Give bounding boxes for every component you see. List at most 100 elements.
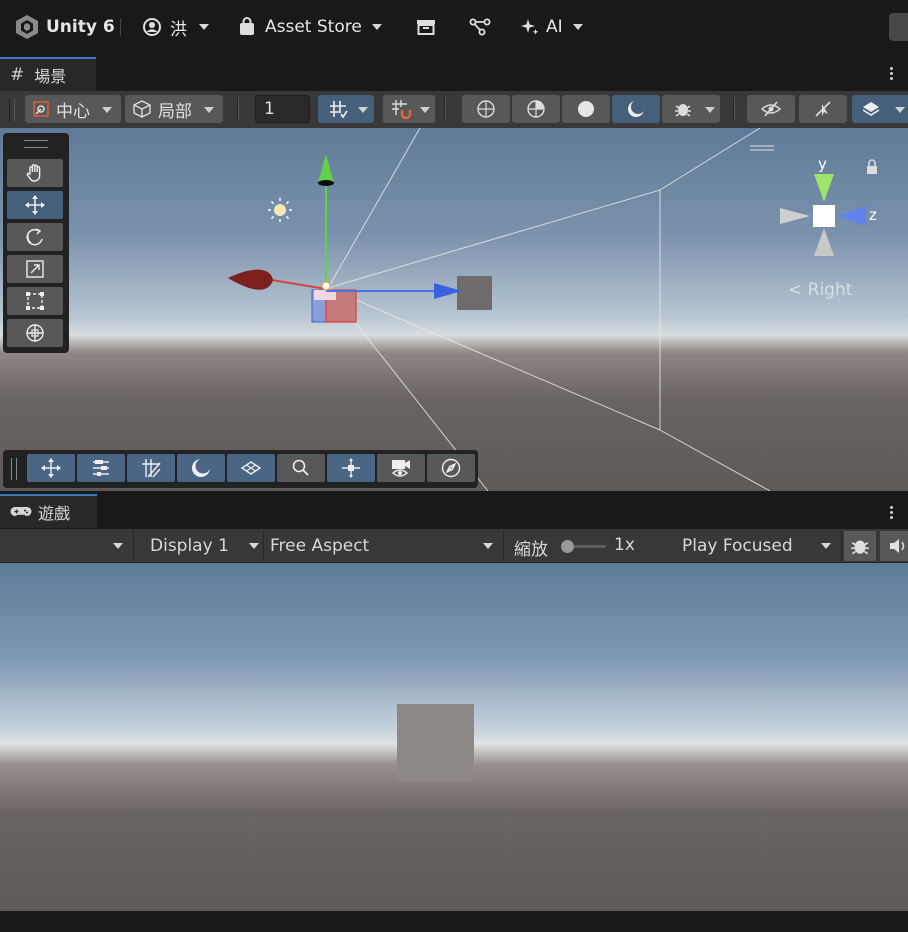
divider (120, 18, 121, 36)
aspect-ratio-dropdown[interactable]: Free Aspect (264, 531, 504, 561)
wireframe-shading-button[interactable] (462, 95, 510, 123)
drag-handle[interactable] (9, 99, 15, 121)
scale-tool-button[interactable] (7, 255, 63, 283)
wireframe-sphere-icon (476, 99, 496, 119)
overlays-toolbar (3, 450, 478, 488)
rotate-icon (24, 226, 46, 248)
scene-toolbar: 中心 局部 1 (0, 91, 908, 128)
overlay-grid-button[interactable] (127, 454, 175, 482)
ai-label: AI (546, 17, 563, 37)
pick-toggle-button[interactable] (799, 95, 847, 123)
mute-audio-button[interactable] (880, 531, 908, 561)
separator (444, 97, 446, 121)
grid-hatch-icon (140, 457, 162, 479)
chevron-down-icon (821, 543, 831, 549)
transform-icon (24, 322, 46, 344)
layers-dropdown[interactable] (852, 95, 908, 123)
solid-sphere-icon (576, 99, 596, 119)
directional-light-icon (268, 198, 292, 222)
space-mode-dropdown[interactable]: 局部 (125, 95, 223, 123)
view-tool-button[interactable] (7, 159, 63, 187)
scale-icon (24, 258, 46, 280)
game-cube (397, 704, 474, 781)
shaded-button[interactable] (562, 95, 610, 123)
account-label: 洪 (170, 19, 187, 40)
shopping-bag-icon (238, 17, 256, 37)
separator (237, 97, 239, 121)
asset-store-dropdown[interactable]: Asset Store (238, 14, 382, 40)
compass-icon (440, 457, 462, 479)
tab-scene[interactable]: # 場景 (0, 57, 96, 91)
grid-snapping-dropdown[interactable] (383, 95, 435, 123)
main-toolbar: Unity 6 洪 Asset Store AI (0, 0, 908, 55)
scene-tab-label: 場景 (34, 67, 67, 86)
rotate-tool-button[interactable] (7, 223, 63, 251)
view-orientation-label[interactable]: < Right (788, 280, 852, 300)
share-nodes-icon (469, 17, 491, 37)
game-tab-bar: 遊戲 (0, 491, 908, 529)
game-view-dropdown[interactable] (0, 531, 134, 561)
cursor-off-icon (813, 99, 833, 119)
snap-grid-icon (391, 99, 413, 119)
gizmo-z-label: z (869, 206, 877, 224)
version-control-button[interactable] (469, 14, 491, 40)
debug-draw-dropdown[interactable] (662, 95, 720, 123)
transform-tool-button[interactable] (7, 319, 63, 347)
frame-debugger-button[interactable] (844, 531, 876, 561)
space-label: 局部 (158, 101, 192, 122)
chevron-down-icon (358, 107, 368, 113)
ai-dropdown[interactable]: AI (520, 14, 583, 40)
bug-icon (673, 99, 693, 119)
scene-canvas (228, 128, 877, 491)
scene-viewport[interactable]: y z < Right (0, 128, 908, 491)
rect-tool-button[interactable] (7, 287, 63, 315)
play-button[interactable] (889, 13, 908, 41)
game-viewport[interactable] (0, 563, 908, 911)
hand-icon (24, 162, 46, 184)
drag-handle[interactable] (11, 458, 17, 480)
aspect-label: Free Aspect (270, 536, 370, 556)
overlay-move-button[interactable] (27, 454, 75, 482)
grid-visibility-dropdown[interactable] (318, 95, 374, 123)
unity-account-button[interactable]: Unity 6 (14, 14, 115, 40)
overlay-search-button[interactable] (277, 454, 325, 482)
chevron-down-icon (705, 107, 715, 113)
package-manager-button[interactable] (416, 14, 436, 40)
more-options-icon[interactable] (890, 504, 894, 521)
game-toolbar: Display 1 Free Aspect 縮放 1x Play Focused (0, 529, 908, 563)
drag-handle[interactable] (24, 140, 48, 148)
play-mode-dropdown[interactable]: Play Focused (676, 531, 842, 561)
chevron-down-icon (204, 107, 214, 113)
pivot-mode-dropdown[interactable]: 中心 (25, 95, 121, 123)
visibility-toggle-button[interactable] (747, 95, 795, 123)
lit-shading-button[interactable] (612, 95, 660, 123)
overlay-navigation-button[interactable] (427, 454, 475, 482)
account-dropdown[interactable]: 洪 (142, 14, 209, 40)
scale-slider-thumb[interactable] (561, 540, 574, 553)
grid-size-field[interactable]: 1 (255, 95, 310, 123)
overlay-camera-button[interactable] (377, 454, 425, 482)
overlay-navmesh-button[interactable] (227, 454, 275, 482)
cube-icon (132, 99, 152, 119)
orientation-gizmo (750, 145, 877, 256)
chevron-down-icon (199, 24, 209, 30)
chevron-down-icon (113, 543, 123, 549)
move-tool-button[interactable] (7, 191, 63, 219)
lit-sphere-icon (626, 99, 646, 119)
gizmo-y-label: y (818, 155, 827, 173)
overlay-lighting-button[interactable] (177, 454, 225, 482)
scene-tab-bar: # 場景 (0, 55, 908, 91)
shaded-wireframe-button[interactable] (512, 95, 560, 123)
user-icon (142, 17, 162, 37)
more-options-icon[interactable] (890, 65, 894, 82)
chevron-down-icon (249, 543, 259, 549)
overlay-settings-button[interactable] (77, 454, 125, 482)
rect-transform-icon (24, 290, 46, 312)
speaker-icon (888, 536, 908, 556)
gamepad-icon (10, 504, 32, 520)
overlay-pivot-button[interactable] (327, 454, 375, 482)
chevron-down-icon (371, 24, 382, 30)
display-dropdown[interactable]: Display 1 (144, 531, 264, 561)
tab-game[interactable]: 遊戲 (0, 494, 97, 528)
chevron-down-icon (420, 107, 430, 113)
